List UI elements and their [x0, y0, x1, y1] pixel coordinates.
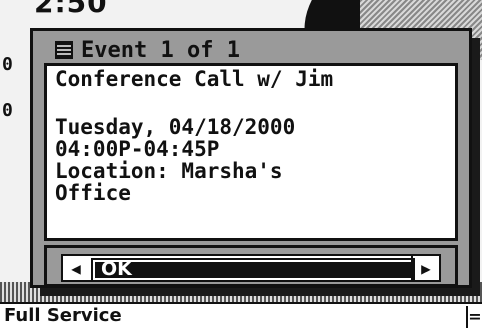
- ok-button-label: OK: [101, 258, 132, 280]
- event-dialog: Event 1 of 1 Conference Call w/ Jim Tues…: [30, 28, 472, 288]
- event-date: Tuesday, 04/18/2000: [55, 115, 296, 139]
- ok-button[interactable]: OK: [91, 258, 415, 282]
- calendar-icon: [55, 41, 73, 59]
- signal-icon: =: [466, 306, 482, 328]
- event-time: 04:00P-04:45P: [55, 137, 220, 161]
- dialog-button-bar: ◀ OK ▶: [44, 245, 458, 287]
- dialog-title-bar: Event 1 of 1: [55, 37, 240, 63]
- event-details: Conference Call w/ Jim Tuesday, 04/18/20…: [44, 63, 458, 241]
- service-status: Full Service: [4, 305, 122, 326]
- status-bar: Full Service =: [0, 302, 482, 330]
- softkey-row: ◀ OK ▶: [61, 254, 441, 282]
- event-subject: Conference Call w/ Jim: [55, 67, 334, 91]
- event-location: Location: Marsha's: [55, 159, 283, 183]
- dialog-title: Event 1 of 1: [81, 37, 240, 63]
- background-text-fragment: 0: [2, 100, 13, 121]
- scroll-right-icon[interactable]: ▶: [411, 256, 439, 280]
- event-location-continued: Office: [55, 181, 131, 205]
- background-text-fragment: 0: [2, 54, 13, 75]
- scroll-left-icon[interactable]: ◀: [63, 256, 89, 280]
- clock-fragment: 2:50: [34, 0, 108, 19]
